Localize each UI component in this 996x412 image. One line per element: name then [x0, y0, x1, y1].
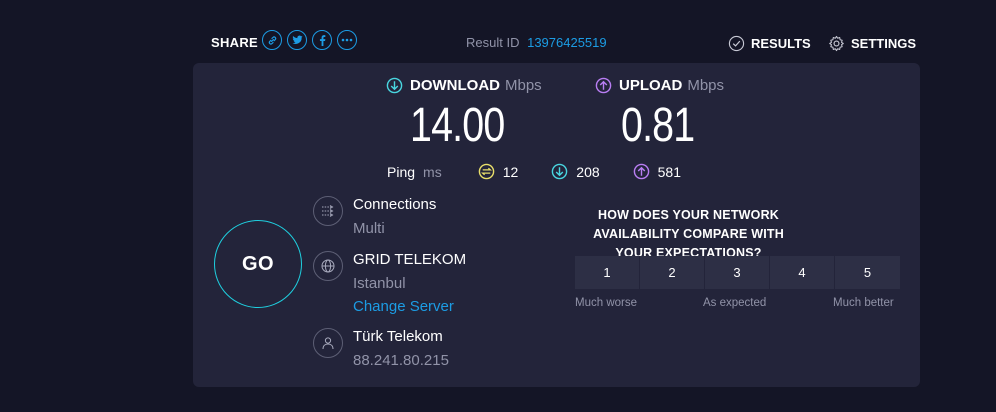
ping-row: Ping ms 12 208 581: [387, 163, 714, 180]
download-value: 14.00: [410, 99, 505, 152]
ping-idle-value: 12: [502, 163, 519, 180]
connections-value: Multi: [353, 220, 385, 237]
share-label: SHARE: [211, 35, 259, 50]
ping-label: Ping: [387, 163, 416, 180]
share-icons: [262, 30, 357, 50]
rating-4-button[interactable]: 4: [770, 256, 835, 289]
facebook-icon[interactable]: [312, 30, 332, 50]
ping-download-icon: [551, 163, 568, 180]
download-arrow-icon: [386, 77, 403, 94]
ping-upload-icon: [633, 163, 649, 180]
check-circle-icon: [728, 35, 745, 52]
rating-5-button[interactable]: 5: [835, 256, 900, 289]
rating-3-button[interactable]: 3: [705, 256, 770, 289]
upload-arrow-icon: [595, 77, 612, 94]
server-name: GRID TELEKOM: [353, 251, 467, 268]
download-unit: Mbps: [505, 77, 542, 94]
result-id-link[interactable]: 13976425519: [527, 35, 607, 50]
top-bar: SHARE Result ID 13976425519 RESULTS SETT…: [0, 0, 996, 62]
ping-upload-value: 581: [657, 163, 681, 180]
speedtest-panel: DOWNLOAD Mbps 14.00 UPLOAD Mbps 0.81 Pin…: [193, 63, 920, 387]
upload-unit: Mbps: [687, 77, 725, 94]
result-id-display: Result ID 13976425519: [466, 35, 607, 50]
settings-label: SETTINGS: [851, 36, 917, 51]
ping-download-value: 208: [576, 163, 600, 180]
twitter-icon[interactable]: [287, 30, 307, 50]
survey-rating-buttons: 1 2 3 4 5: [575, 256, 900, 289]
result-id-label: Result ID: [466, 35, 520, 50]
settings-button[interactable]: SETTINGS: [828, 35, 916, 52]
upload-value: 0.81: [621, 99, 695, 152]
ping-unit: ms: [423, 163, 442, 180]
upload-metric: UPLOAD Mbps 0.81: [595, 77, 724, 153]
scale-mid-label: As expected: [703, 297, 767, 309]
scale-high-label: Much better: [833, 297, 894, 309]
globe-icon: [313, 251, 343, 281]
change-server-link[interactable]: Change Server: [353, 298, 454, 315]
download-header: DOWNLOAD Mbps: [386, 77, 542, 94]
download-metric: DOWNLOAD Mbps 14.00: [386, 77, 542, 153]
ping-idle-icon: [478, 163, 494, 180]
ping-idle: 12: [478, 163, 519, 180]
upload-label: UPLOAD: [619, 77, 683, 94]
user-icon: [313, 328, 343, 358]
ping-upload: 581: [633, 163, 681, 180]
rating-2-button[interactable]: 2: [640, 256, 705, 289]
upload-header: UPLOAD Mbps: [595, 77, 724, 94]
gear-icon: [829, 35, 844, 52]
scale-low-label: Much worse: [575, 297, 637, 309]
link-icon[interactable]: [262, 30, 282, 50]
survey-question: HOW DOES YOUR NETWORK AVAILABILITY COMPA…: [593, 208, 784, 260]
server-location: Istanbul: [353, 275, 406, 292]
isp-ip: 88.241.80.215: [353, 352, 449, 369]
results-button[interactable]: RESULTS: [728, 35, 811, 52]
rating-1-button[interactable]: 1: [575, 256, 640, 289]
ping-download: 208: [551, 163, 600, 180]
download-label: DOWNLOAD: [410, 77, 500, 94]
isp-name: Türk Telekom: [353, 328, 443, 345]
connections-icon: [313, 196, 343, 226]
results-label: RESULTS: [751, 36, 811, 51]
more-icon[interactable]: [337, 30, 357, 50]
go-label: GO: [241, 252, 275, 275]
connections-title: Connections: [353, 196, 437, 213]
go-button[interactable]: GO: [214, 220, 302, 308]
